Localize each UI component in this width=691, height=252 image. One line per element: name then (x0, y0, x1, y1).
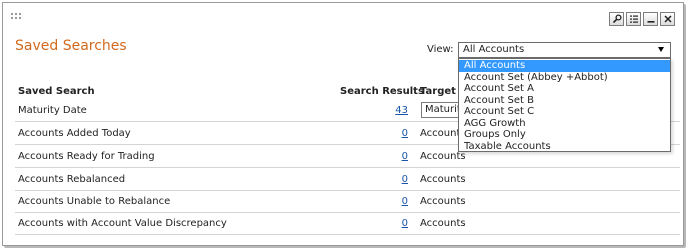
search-results-link[interactable]: 43 (393, 105, 408, 116)
view-option[interactable]: Account Set A (459, 83, 670, 95)
view-option[interactable]: Groups Only (459, 129, 670, 141)
saved-search-name: Maturity Date (18, 105, 87, 116)
search-results-link[interactable]: 0 (393, 151, 408, 162)
saved-search-name: Accounts Added Today (18, 128, 131, 139)
table-row: Accounts with Account Value Discrepancy … (15, 213, 680, 235)
target-value: Accounts (420, 151, 466, 162)
saved-search-name: Accounts Ready for Trading (18, 151, 155, 162)
target-value: Accounts (420, 218, 466, 229)
view-select[interactable]: All Accounts (458, 42, 671, 58)
view-option[interactable]: AGG Growth (459, 118, 670, 130)
saved-search-name: Accounts with Account Value Discrepancy (18, 218, 227, 229)
drag-handle-icon[interactable] (11, 13, 23, 21)
view-option[interactable]: Account Set B (459, 95, 670, 107)
target-value: Accounts (420, 196, 466, 207)
page-title: Saved Searches (15, 38, 127, 54)
column-header-saved-search[interactable]: Saved Search (18, 86, 95, 97)
panel-toolbar (609, 12, 675, 26)
dropdown-arrow-icon (658, 47, 664, 52)
wrench-icon[interactable] (609, 12, 624, 26)
table-row: Accounts Unable to Rebalance 0 Accounts (15, 191, 680, 213)
search-results-link[interactable]: 0 (393, 174, 408, 185)
table-row: Accounts Rebalanced 0 Accounts (15, 169, 680, 191)
view-label: View: (427, 44, 454, 55)
search-results-link[interactable]: 0 (393, 196, 408, 207)
view-dropdown-list: All Accounts Account Set (Abbey +Abbot) … (458, 58, 671, 152)
search-results-link[interactable]: 0 (393, 128, 408, 139)
list-settings-icon[interactable] (626, 12, 641, 26)
saved-searches-panel: Saved Searches View: All Accounts Saved … (2, 2, 684, 246)
view-option[interactable]: Account Set C (459, 106, 670, 118)
saved-search-name: Accounts Unable to Rebalance (18, 196, 171, 207)
search-results-link[interactable]: 0 (393, 218, 408, 229)
saved-search-name: Accounts Rebalanced (18, 174, 126, 185)
view-option[interactable]: Account Set (Abbey +Abbot) (459, 72, 670, 84)
view-select-value: All Accounts (463, 44, 525, 55)
target-value: Accounts (420, 174, 466, 185)
minimize-icon[interactable] (643, 12, 658, 26)
close-icon[interactable] (660, 12, 675, 26)
view-option[interactable]: All Accounts (459, 60, 670, 72)
view-option[interactable]: Taxable Accounts (459, 141, 670, 153)
column-header-search-results[interactable]: Search Results (340, 86, 424, 97)
